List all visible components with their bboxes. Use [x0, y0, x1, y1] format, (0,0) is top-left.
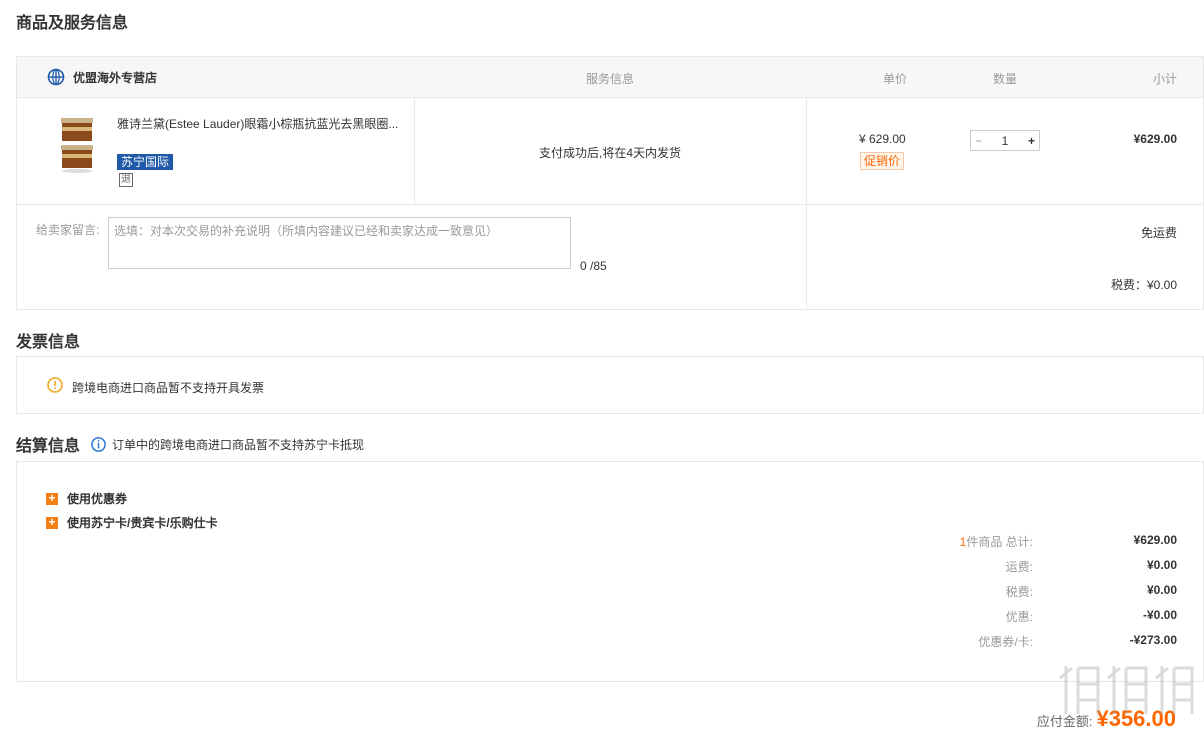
invoice-notice: 跨境电商进口商品暂不支持开具发票 [72, 381, 265, 395]
settlement-note: 订单中的跨境电商进口商品暂不支持苏宁卡抵现 [112, 437, 365, 452]
summary-coupon-value: -¥273.00 [1129, 633, 1177, 647]
qty-minus-button[interactable]: − [975, 134, 982, 148]
summary-discount-row: 优惠: -¥0.00 [877, 608, 1177, 624]
summary-coupon-label: 优惠券/卡: [978, 635, 1033, 649]
column-price: 单价 [883, 72, 908, 86]
qty-plus-button[interactable]: + [1028, 134, 1035, 148]
column-qty: 数量 [993, 72, 1018, 86]
promo-tag: 促销价 [860, 152, 905, 170]
summary-discount-label: 优惠: [1005, 610, 1033, 624]
seller-message-input[interactable] [108, 217, 571, 269]
use-card-toggle[interactable]: + 使用苏宁卡/贵宾卡/乐购仕卡 [46, 514, 218, 531]
summary-tax-value: ¥0.00 [1146, 583, 1177, 597]
column-service: 服务信息 [586, 72, 635, 86]
quantity-stepper: − 1 + [970, 130, 1040, 151]
shipping-info: 免运费 [1140, 226, 1177, 240]
store-link[interactable]: 优盟海外专营店 [47, 68, 157, 86]
info-icon [91, 436, 106, 452]
use-coupon-label: 使用优惠券 [67, 492, 128, 506]
divider [414, 98, 415, 204]
use-card-label: 使用苏宁卡/贵宾卡/乐购仕卡 [67, 516, 218, 530]
divider [806, 206, 807, 310]
line-subtotal: ¥629.00 [1133, 132, 1177, 146]
summary-coupon-row: 优惠券/卡: -¥273.00 [877, 633, 1177, 649]
summary-freight-label: 运费: [1005, 560, 1033, 574]
tax-info: 税费：¥0.00 [1110, 278, 1177, 292]
plus-icon: + [46, 516, 58, 529]
service-info: 支付成功后,将在4天内发货 [539, 146, 682, 160]
divider [806, 98, 807, 204]
summary-freight-row: 运费: ¥0.00 [877, 558, 1177, 574]
product-name-link[interactable]: 雅诗兰黛(Estee Lauder)眼霜小棕瓶抗蓝光去黑眼圈... [117, 115, 407, 132]
product-image[interactable] [59, 114, 95, 174]
watermark-logo [1059, 666, 1194, 714]
message-char-count: 0 /85 [580, 259, 607, 273]
unit-price: ¥ 629.00 [859, 132, 906, 146]
summary-total-label: 1件商品 总计: [960, 533, 1033, 550]
store-name: 优盟海外专营店 [73, 70, 158, 85]
message-label: 给卖家留言: [36, 223, 100, 237]
column-subtotal: 小计 [1152, 72, 1177, 86]
invoice-box: 跨境电商进口商品暂不支持开具发票 [16, 356, 1204, 414]
qty-value[interactable]: 1 [1002, 134, 1009, 148]
settlement-box: + 使用优惠券 + 使用苏宁卡/贵宾卡/乐购仕卡 1件商品 总计: ¥629.0… [16, 461, 1204, 682]
plus-icon: + [46, 492, 58, 505]
summary-tax-label: 税费: [1005, 585, 1033, 599]
product-row: 雅诗兰黛(Estee Lauder)眼霜小棕瓶抗蓝光去黑眼圈... 苏宁国际 退… [17, 98, 1203, 205]
goods-section-title: 商品及服务信息 [16, 15, 129, 32]
summary-tax-row: 税费: ¥0.00 [877, 583, 1177, 599]
return-icon: 退 [119, 173, 133, 187]
item-count-label: 件商品 总计: [966, 535, 1033, 549]
globe-icon [47, 68, 65, 86]
invoice-section-title: 发票信息 [16, 334, 81, 351]
settlement-section-title: 结算信息 [16, 438, 81, 455]
summary-discount-value: -¥0.00 [1142, 608, 1177, 622]
settlement-header: 结算信息 订单中的跨境电商进口商品暂不支持苏宁卡抵现 [16, 432, 364, 456]
summary-total-value: ¥629.00 [1133, 533, 1177, 547]
summary-freight-value: ¥0.00 [1146, 558, 1177, 572]
summary-total-row: 1件商品 总计: ¥629.00 [877, 533, 1177, 549]
goods-table-header: 优盟海外专营店 服务信息 单价 数量 小计 [17, 57, 1203, 98]
goods-table: 优盟海外专营店 服务信息 单价 数量 小计 雅诗兰黛(Estee Lauder)… [16, 56, 1204, 310]
use-coupon-toggle[interactable]: + 使用优惠券 [46, 490, 127, 507]
message-row: 给卖家留言: 0 /85 免运费 税费：¥0.00 [17, 206, 1203, 310]
warning-icon [47, 377, 63, 393]
intl-badge: 苏宁国际 [117, 154, 174, 170]
